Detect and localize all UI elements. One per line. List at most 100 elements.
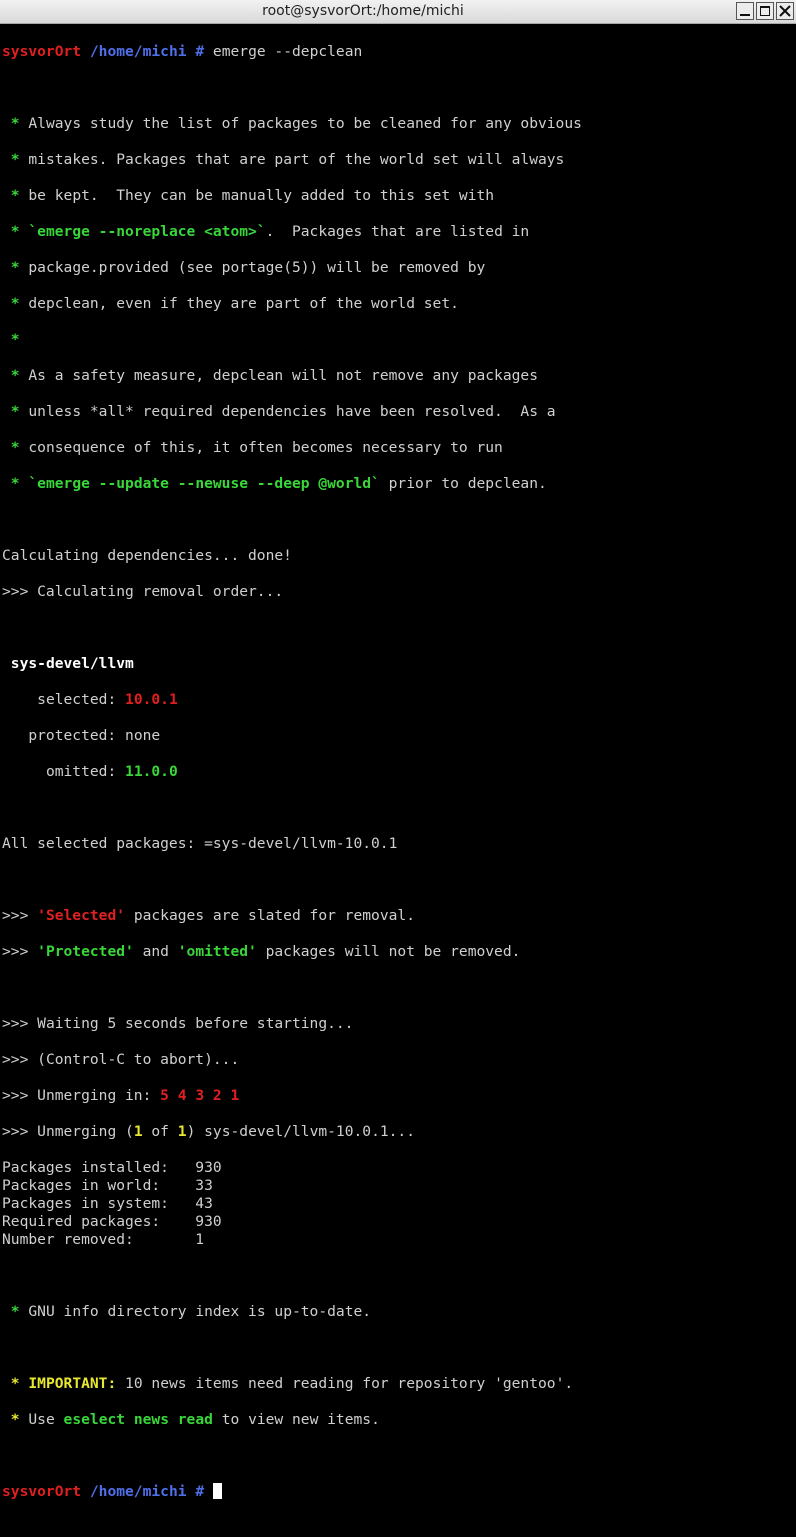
text-cursor: [212, 1483, 222, 1499]
selected-label: selected:: [37, 691, 117, 708]
star-icon: *: [10, 475, 20, 492]
all-selected-line: All selected packages: =sys-devel/llvm-1…: [2, 835, 398, 852]
warning-text: package.provided (see portage(5)) will b…: [28, 259, 486, 276]
terminal-window: root@sysvorOrt:/home/michi sysvorOrt /ho…: [0, 0, 796, 1500]
note-text: packages will not be removed.: [256, 943, 521, 960]
warning-text: consequence of this, it often becomes ne…: [28, 439, 503, 456]
omitted-version: 11.0.0: [125, 763, 178, 780]
close-icon: [779, 5, 791, 17]
prompt-line[interactable]: sysvorOrt /home/michi #: [2, 1483, 796, 1501]
calc-deps-line: Calculating dependencies... done!: [2, 547, 292, 564]
note-text: packages are slated for removal.: [125, 907, 415, 924]
note-text: and: [133, 943, 178, 960]
stats-row: Packages in world: 33: [2, 1177, 796, 1195]
prompt-host: sysvorOrt: [2, 1483, 82, 1500]
prompt-path: /home/michi: [89, 1483, 187, 1500]
star-icon: *: [10, 1303, 20, 1320]
news-text: 10 news items need reading for repositor…: [116, 1375, 574, 1392]
star-icon: *: [10, 223, 20, 240]
unmerging-text: ) sys-devel/llvm-10.0.1...: [186, 1123, 416, 1140]
protected-line: protected: none: [2, 727, 796, 745]
unmerging-current: 1: [133, 1123, 143, 1140]
star-icon: *: [10, 331, 20, 348]
protected-value: none: [125, 727, 161, 744]
maximize-icon: [760, 6, 770, 16]
arrow-marker: >>>: [2, 1015, 29, 1032]
stats-value: 930: [195, 1159, 222, 1176]
info-line: * GNU info directory index is up-to-date…: [2, 1303, 796, 1321]
waiting-line: >>> Waiting 5 seconds before starting...: [2, 1015, 796, 1033]
minimize-button[interactable]: [736, 2, 754, 20]
eselect-command: eselect news read: [63, 1411, 213, 1428]
arrow-marker: >>>: [2, 907, 29, 924]
stats-row: Required packages: 930: [2, 1213, 796, 1231]
warning-command: `emerge --noreplace <atom>`: [28, 223, 266, 240]
selected-word: 'Selected': [37, 907, 126, 924]
stats-label: Required packages:: [2, 1213, 161, 1230]
unmerging-text: Unmerging (: [37, 1123, 134, 1140]
warning-line: * Always study the list of packages to b…: [2, 115, 796, 133]
prompt-symbol: #: [195, 1483, 205, 1500]
stats-value: 33: [195, 1177, 213, 1194]
unmerging-line: >>> Unmerging (1 of 1) sys-devel/llvm-10…: [2, 1123, 796, 1141]
important-label: IMPORTANT:: [28, 1375, 117, 1392]
star-icon: *: [10, 187, 20, 204]
warning-line: * mistakes. Packages that are part of th…: [2, 151, 796, 169]
package-name-line: sys-devel/llvm: [2, 655, 796, 673]
warning-text: unless *all* required dependencies have …: [28, 403, 556, 420]
warning-command: `emerge --update --newuse --deep @world`: [28, 475, 380, 492]
omitted-word: 'omitted': [177, 943, 257, 960]
stats-block: Packages installed: 930 Packages in world:…: [2, 1159, 796, 1249]
star-icon: *: [10, 439, 20, 456]
warning-text: As a safety measure, depclean will not r…: [28, 367, 538, 384]
stats-value: 930: [195, 1213, 222, 1230]
warning-text: be kept. They can be manually added to t…: [28, 187, 495, 204]
calc-order-line: >>> Calculating removal order...: [2, 583, 284, 600]
arrow-marker: >>>: [2, 1123, 29, 1140]
warning-line: * `emerge --noreplace <atom>`. Packages …: [2, 223, 796, 241]
command-text: emerge --depclean: [212, 43, 363, 60]
selected-version: 10.0.1: [125, 691, 178, 708]
star-icon: *: [10, 367, 20, 384]
star-icon: *: [10, 295, 20, 312]
warning-line: * depclean, even if they are part of the…: [2, 295, 796, 313]
window-title: root@sysvorOrt:/home/michi: [262, 3, 464, 19]
countdown-label: Unmerging in:: [37, 1087, 161, 1104]
stats-row: Packages installed: 930: [2, 1159, 796, 1177]
star-icon: *: [10, 259, 20, 276]
warning-text: prior to depclean.: [379, 475, 547, 492]
title-bar[interactable]: root@sysvorOrt:/home/michi: [0, 0, 796, 24]
warning-line: * unless *all* required dependencies hav…: [2, 403, 796, 421]
stats-label: Number removed:: [2, 1231, 134, 1248]
terminal-output[interactable]: sysvorOrt /home/michi # emerge --depclea…: [2, 25, 796, 1500]
omitted-label: omitted:: [45, 763, 117, 780]
stats-label: Packages in world:: [2, 1177, 161, 1194]
news-text: Use: [28, 1411, 64, 1428]
warning-text: depclean, even if they are part of the w…: [28, 295, 459, 312]
prompt-host: sysvorOrt: [2, 43, 82, 60]
warning-line: * package.provided (see portage(5)) will…: [2, 259, 796, 277]
arrow-marker: >>>: [2, 943, 29, 960]
stats-label: Packages installed:: [2, 1159, 169, 1176]
protected-note-line: >>> 'Protected' and 'omitted' packages w…: [2, 943, 796, 961]
abort-text: (Control-C to abort)...: [37, 1051, 240, 1068]
news-use-line: * Use eselect news read to view new item…: [2, 1411, 796, 1429]
info-text: GNU info directory index is up-to-date.: [28, 1303, 372, 1320]
news-important-line: * IMPORTANT: 10 news items need reading …: [2, 1375, 796, 1393]
arrow-marker: >>>: [2, 1087, 29, 1104]
waiting-text: Waiting 5 seconds before starting...: [37, 1015, 354, 1032]
star-icon: *: [10, 115, 20, 132]
warning-line: * consequence of this, it often becomes …: [2, 439, 796, 457]
close-button[interactable]: [776, 2, 794, 20]
star-icon: *: [10, 1411, 20, 1428]
prompt-symbol: #: [195, 43, 205, 60]
countdown-value: 5 4 3 2 1: [160, 1087, 240, 1104]
news-text: to view new items.: [212, 1411, 380, 1428]
protected-word: 'Protected': [37, 943, 134, 960]
maximize-button[interactable]: [756, 2, 774, 20]
warning-text: . Packages that are listed in: [265, 223, 530, 240]
stats-value: 43: [195, 1195, 213, 1212]
prompt-path: /home/michi: [89, 43, 187, 60]
countdown-line: >>> Unmerging in: 5 4 3 2 1: [2, 1087, 796, 1105]
unmerging-text: of: [142, 1123, 178, 1140]
